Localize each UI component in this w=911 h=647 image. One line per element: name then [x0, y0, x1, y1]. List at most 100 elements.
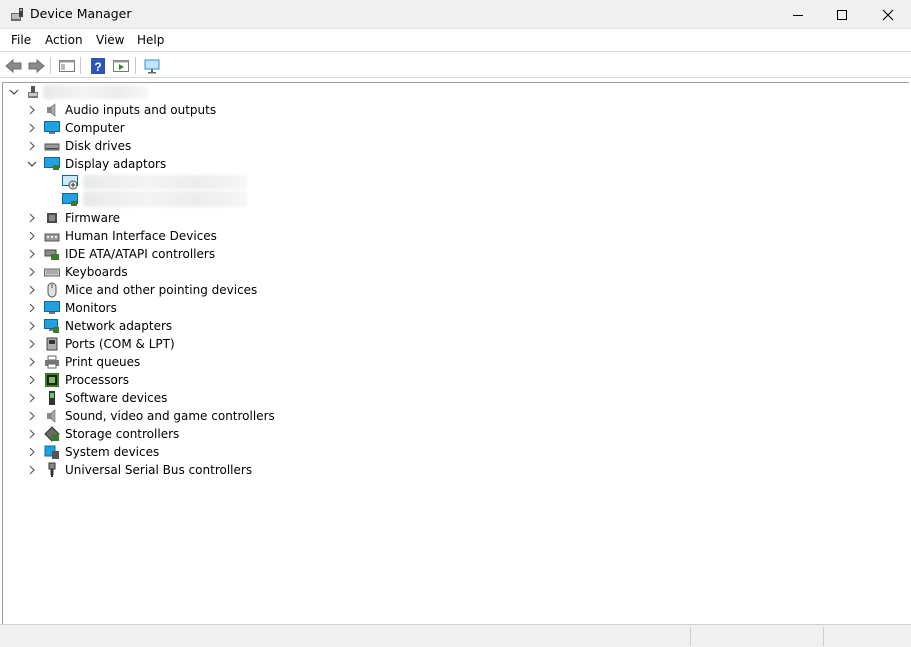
chevron-right-icon[interactable]: [27, 411, 37, 421]
back-icon: [5, 58, 22, 73]
disk-drive-icon: [44, 143, 60, 151]
tree-item-ide[interactable]: IDE ATA/ATAPI controllers: [3, 245, 403, 263]
chevron-right-icon[interactable]: [27, 339, 37, 349]
hid-icon: [44, 233, 60, 242]
tree-item-label: Monitors: [65, 301, 117, 315]
chevron-right-icon[interactable]: [27, 231, 37, 241]
root-label-redacted: [43, 85, 148, 99]
chevron-right-icon[interactable]: [27, 447, 37, 457]
forward-icon: [28, 58, 45, 73]
menu-help[interactable]: Help: [137, 33, 164, 47]
chevron-right-icon[interactable]: [27, 429, 37, 439]
tree-item-sound[interactable]: Sound, video and game controllers: [3, 407, 403, 425]
display-adapter-icon: [62, 193, 78, 206]
tree-item-ports[interactable]: Ports (COM & LPT): [3, 335, 403, 353]
menu-file[interactable]: File: [11, 33, 31, 47]
chevron-down-icon[interactable]: [27, 159, 37, 169]
tree-item-label: Universal Serial Bus controllers: [65, 463, 253, 477]
back-button[interactable]: [4, 56, 24, 75]
chevron-right-icon[interactable]: [27, 285, 37, 295]
tree-item-label: IDE ATA/ATAPI controllers: [65, 247, 216, 261]
network-adapter-icon: [44, 319, 59, 333]
tree-item-monitors[interactable]: Monitors: [3, 299, 403, 317]
chevron-down-icon[interactable]: [9, 87, 19, 97]
tree-item-software-devices[interactable]: Software devices: [3, 389, 403, 407]
title-bar: Device Manager: [0, 0, 911, 29]
tree-item-label: Mice and other pointing devices: [65, 283, 258, 297]
tree-root[interactable]: [3, 83, 303, 101]
tree-item-label: Display adaptors: [65, 157, 167, 171]
tree-item-label: Audio inputs and outputs: [65, 103, 217, 117]
chevron-right-icon[interactable]: [27, 303, 37, 313]
speaker-icon: [47, 409, 56, 423]
processor-icon: [45, 373, 59, 387]
chevron-right-icon[interactable]: [27, 249, 37, 259]
tree-item-firmware[interactable]: Firmware: [3, 209, 403, 227]
monitor-icon: [44, 121, 60, 134]
chevron-right-icon[interactable]: [27, 375, 37, 385]
chip-icon: [47, 213, 57, 223]
monitor-icon: [44, 301, 60, 314]
tree-item-label: Disk drives: [65, 139, 132, 153]
mouse-icon: [47, 282, 57, 298]
tree-item-computer[interactable]: Computer: [3, 119, 403, 137]
chevron-right-icon[interactable]: [27, 267, 37, 277]
tree-child-display-adapter-2[interactable]: [3, 191, 403, 209]
device-name-redacted: [83, 175, 247, 189]
chevron-right-icon[interactable]: [27, 357, 37, 367]
status-panel: [690, 627, 823, 646]
minimize-button[interactable]: [775, 0, 821, 29]
tree-item-processors[interactable]: Processors: [3, 371, 403, 389]
tree-item-label: Processors: [65, 373, 130, 387]
device-name-redacted: [83, 191, 247, 207]
tree-item-label: Keyboards: [65, 265, 128, 279]
show-hide-console-tree-button[interactable]: [111, 56, 131, 75]
chevron-right-icon[interactable]: [27, 321, 37, 331]
menu-action[interactable]: Action: [45, 33, 83, 47]
scan-hardware-icon: [144, 59, 160, 73]
tree-item-usb[interactable]: Universal Serial Bus controllers: [3, 461, 403, 479]
tree-item-label: Print queues: [65, 355, 141, 369]
maximize-button[interactable]: [819, 0, 865, 29]
properties-button[interactable]: [57, 56, 77, 75]
tree-item-label: Ports (COM & LPT): [65, 337, 175, 351]
port-icon: [46, 337, 58, 351]
tree-item-keyboards[interactable]: Keyboards: [3, 263, 403, 281]
tree-item-disk-drives[interactable]: Disk drives: [3, 137, 403, 155]
tree-item-label: Sound, video and game controllers: [65, 409, 275, 423]
tree-item-network[interactable]: Network adapters: [3, 317, 403, 335]
forward-button[interactable]: [26, 56, 46, 75]
tree-item-label: Software devices: [65, 391, 168, 405]
tree-item-display-adaptors[interactable]: Display adaptors: [3, 155, 403, 173]
tree-item-mice[interactable]: Mice and other pointing devices: [3, 281, 403, 299]
tree-item-label: Human Interface Devices: [65, 229, 217, 243]
tree-item-hid[interactable]: Human Interface Devices: [3, 227, 403, 245]
ide-controller-icon: [44, 249, 59, 260]
chevron-right-icon[interactable]: [27, 465, 37, 475]
tree-item-print-queues[interactable]: Print queues: [3, 353, 403, 371]
close-button[interactable]: [865, 0, 911, 29]
scan-hardware-button[interactable]: [142, 56, 162, 75]
chevron-right-icon[interactable]: [27, 213, 37, 223]
window-title: Device Manager: [30, 6, 132, 21]
chevron-right-icon[interactable]: [27, 393, 37, 403]
system-device-icon: [44, 445, 59, 459]
printer-icon: [45, 355, 59, 369]
menu-view[interactable]: View: [96, 33, 124, 47]
storage-controller-icon: [44, 426, 60, 442]
device-manager-icon: [11, 8, 23, 21]
chevron-right-icon[interactable]: [27, 141, 37, 151]
status-bar: [0, 624, 911, 647]
chevron-right-icon[interactable]: [27, 105, 37, 115]
tree-item-audio[interactable]: Audio inputs and outputs: [3, 101, 403, 119]
tree-child-display-adapter-1[interactable]: [3, 173, 403, 191]
menu-bar: File Action View Help: [0, 29, 911, 52]
tree-item-storage[interactable]: Storage controllers: [3, 425, 403, 443]
help-icon: ?: [91, 57, 105, 74]
help-button[interactable]: ?: [88, 56, 108, 75]
display-adapter-icon: [44, 157, 60, 170]
tree-item-label: Network adapters: [65, 319, 173, 333]
maximize-icon: [837, 9, 847, 20]
tree-item-system-devices[interactable]: System devices: [3, 443, 403, 461]
chevron-right-icon[interactable]: [27, 123, 37, 133]
